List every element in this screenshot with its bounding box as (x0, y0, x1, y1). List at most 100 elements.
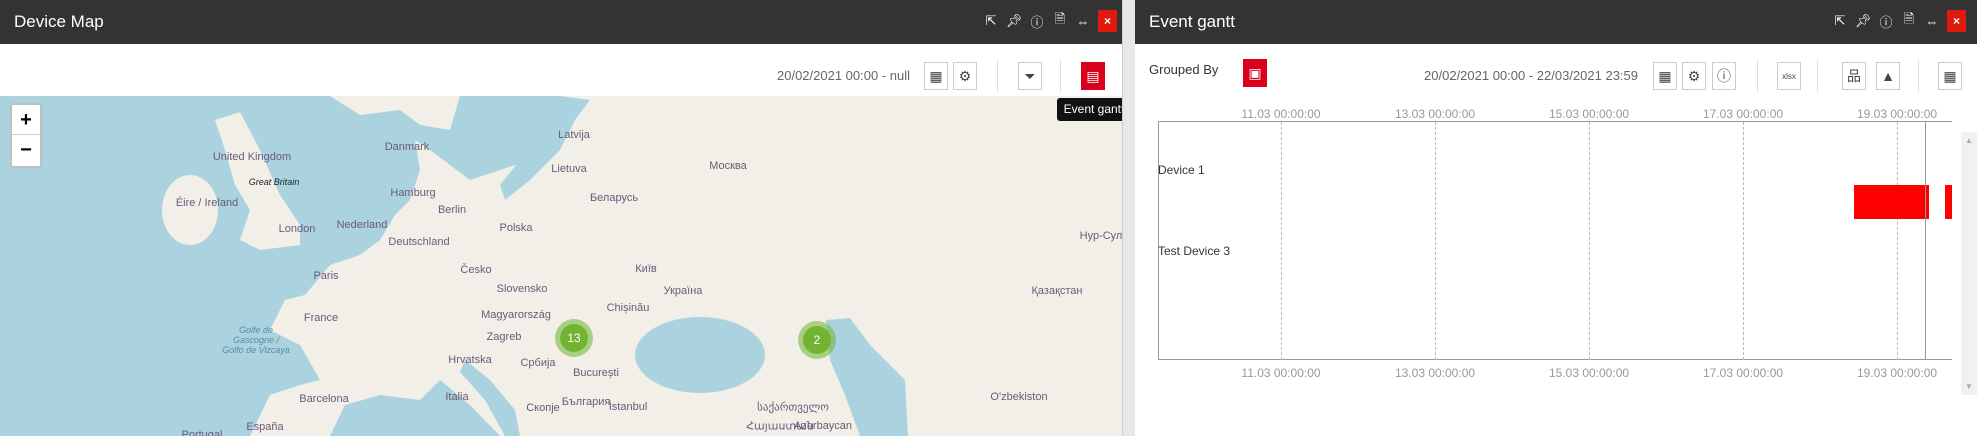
table-icon: ▦ (1943, 67, 1957, 84)
map-label: Barcelona (299, 393, 349, 405)
warning-icon: ▲ (1881, 68, 1895, 84)
cluster-count: 13 (560, 324, 588, 352)
map-label: Latvija (558, 129, 590, 141)
date-range: 20/02/2021 00:00 - null (777, 68, 910, 83)
map-label: საქართველო (757, 401, 829, 414)
device-icon: ▣ (1248, 64, 1262, 81)
divider (1918, 60, 1919, 92)
event-gantt-button[interactable]: ▤ (1081, 62, 1105, 90)
date-range: 20/02/2021 00:00 - 22/03/2021 23:59 (1424, 68, 1638, 83)
map-label: Golfe de Gascogne / Golfo de Vizcaya (222, 325, 290, 355)
map-label: Česko (460, 264, 492, 276)
cluster-marker[interactable]: 2 (798, 321, 836, 359)
gantt-bar[interactable] (1945, 185, 1952, 219)
divider (997, 60, 998, 92)
map-label: Magyarország (481, 309, 551, 321)
tooltip: Event gantt (1057, 98, 1131, 121)
map-label: Hamburg (390, 187, 436, 199)
gridline (1281, 122, 1282, 360)
gridline (1589, 122, 1590, 360)
filter-edit-button[interactable]: ⏷ (1018, 62, 1042, 90)
map-label: France (303, 312, 339, 324)
calendar-icon: ▦ (929, 67, 943, 84)
map-label: Қазақстан (1031, 285, 1083, 297)
alarm-button[interactable]: ▲ (1876, 62, 1900, 90)
map-label: Nederland (336, 219, 388, 231)
map-label: España (246, 421, 284, 433)
grouped-by-label: Grouped By (1149, 62, 1219, 77)
axis-tick-label: 17.03 00:00:00 (1702, 107, 1784, 121)
row-label: Device 1 (1158, 163, 1205, 177)
map-label: Eesti (564, 96, 588, 99)
export-xlsx-button[interactable]: xlsx (1777, 62, 1801, 90)
close-button[interactable]: × (1947, 10, 1966, 32)
map-label: Portugal (181, 429, 223, 436)
gridline (1897, 122, 1898, 360)
device-map-titlebar: Device Map ⇱ 📌︎ ⓘ 🗎︎ ⇔ × (0, 0, 1122, 44)
calendar-button[interactable]: ▦ (1653, 62, 1677, 90)
map-label: Italia (445, 391, 469, 403)
table-button[interactable]: ▦ (1938, 62, 1962, 90)
pin-icon[interactable]: 📌︎ (1855, 11, 1872, 31)
gear-icon: ⚙ (958, 67, 972, 84)
calendar-button[interactable]: ▦ (924, 62, 948, 90)
map-label: Скопје (526, 402, 560, 414)
map-label: London (278, 223, 316, 235)
map-label: Україна (663, 285, 703, 297)
axis-tick-label: 15.03 00:00:00 (1548, 107, 1630, 121)
resize-icon[interactable]: ⇔ (1075, 11, 1091, 31)
cluster-marker[interactable]: 13 (555, 319, 593, 357)
axis-tick-label: 13.03 00:00:00 (1394, 107, 1476, 121)
map-label: Polska (499, 222, 533, 234)
resize-icon[interactable]: ⇔ (1924, 11, 1940, 31)
axis-tick-label: 17.03 00:00:00 (1702, 366, 1784, 380)
gridline (1743, 122, 1744, 360)
settings-button[interactable]: ⚙ (1682, 62, 1706, 90)
gridline (1435, 122, 1436, 360)
gantt-frame (1158, 121, 1952, 360)
map-label: Москва (709, 160, 747, 172)
map-label: Нур-Сул (1079, 230, 1122, 242)
popout-icon[interactable]: ⇱ (1832, 11, 1848, 31)
gear-icon: ⚙ (1687, 67, 1701, 84)
map-label: Great Britain (248, 177, 300, 187)
settings-button[interactable]: ⚙ (953, 62, 977, 90)
axis-tick-label: 19.03 00:00:00 (1856, 366, 1938, 380)
gantt-bar[interactable] (1853, 185, 1930, 219)
map-label: United Kingdom (212, 151, 292, 163)
map-label: București (573, 367, 619, 379)
info-icon[interactable]: ⓘ (1029, 11, 1045, 31)
divider (1060, 60, 1061, 92)
row-label: Test Device 3 (1158, 244, 1231, 258)
pdf-icon[interactable]: 🗎︎ (1052, 11, 1068, 31)
info-button[interactable]: ⓘ (1712, 62, 1736, 90)
zoom-out-button[interactable]: − (12, 135, 40, 165)
info-icon[interactable]: ⓘ (1878, 11, 1894, 31)
cluster-count: 2 (803, 326, 831, 354)
map-label: Azərbaycan (793, 420, 853, 432)
filter-icon: ⏷ (1024, 67, 1036, 84)
map-label: България (561, 396, 611, 408)
group-by-device-button[interactable]: ▣ (1243, 59, 1267, 87)
map-label: İstanbul (608, 401, 648, 413)
xlsx-icon: xlsx (1782, 71, 1796, 81)
pin-icon[interactable]: 📌︎ (1006, 11, 1023, 31)
map[interactable]: United Kingdom Great Britain Éire / Irelan… (0, 96, 1122, 436)
panel-title: Device Map (14, 12, 104, 31)
hierarchy-button[interactable]: 品 (1842, 62, 1866, 90)
map-label: Zagreb (486, 331, 522, 343)
close-button[interactable]: × (1098, 10, 1117, 32)
axis-tick-label: 13.03 00:00:00 (1394, 366, 1476, 380)
axis-tick-label: 11.03 00:00:00 (1241, 107, 1321, 121)
panel-title: Event gantt (1149, 12, 1236, 31)
map-label: Chișinău (606, 302, 650, 314)
zoom-in-button[interactable]: + (12, 105, 40, 135)
popout-icon[interactable]: ⇱ (983, 11, 999, 31)
frame-right (1925, 121, 1926, 360)
map-label: Київ (635, 263, 657, 275)
pdf-icon[interactable]: 🗎︎ (1901, 11, 1917, 31)
scrollbar[interactable]: ▲ ▼ (1961, 132, 1977, 395)
info-icon: ⓘ (1717, 68, 1731, 84)
panel-divider[interactable] (1122, 0, 1135, 436)
map-label: Lietuva (551, 163, 587, 175)
